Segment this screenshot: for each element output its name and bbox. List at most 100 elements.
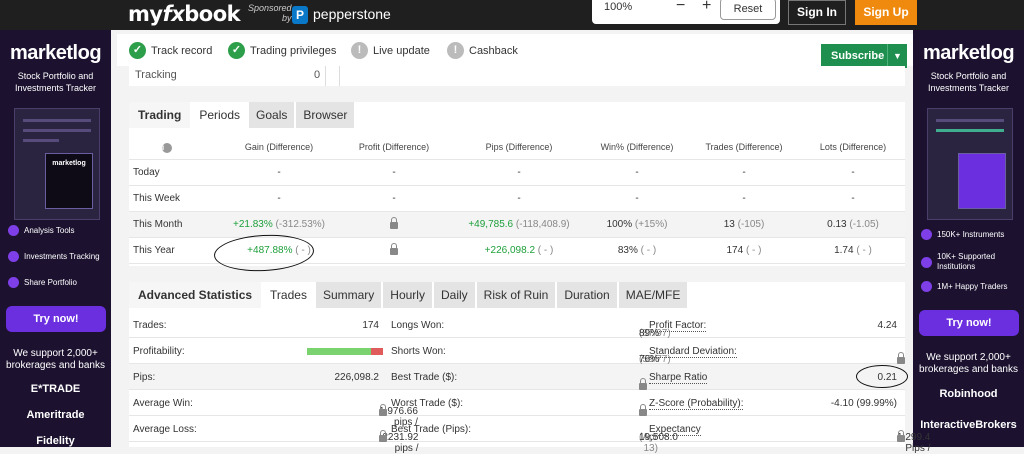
lock-icon — [897, 352, 905, 364]
feature-icon — [921, 256, 932, 268]
sponsor-name[interactable]: pepperstone — [313, 6, 391, 22]
table-row: This Month +21.83% (-312.53%) +49,785.6 … — [129, 212, 905, 238]
left-ad-banner[interactable]: marketlog Stock Portfolio and Investment… — [0, 30, 111, 447]
sponsored-by: by — [282, 13, 292, 23]
tracking-label: Tracking — [135, 69, 177, 81]
subscribe-button[interactable]: Subscribe ▼ — [821, 44, 907, 68]
trades-cell: 13 (-105) — [684, 219, 804, 230]
sign-up-button[interactable]: Sign Up — [855, 0, 917, 25]
header-pips: Pips (Difference) — [485, 142, 553, 152]
ad-feature: 1M+ Happy Traders — [921, 281, 1007, 292]
profitability-bar — [307, 348, 383, 355]
feature-label: 1M+ Happy Traders — [937, 281, 1008, 291]
stat-label[interactable]: Profit Factor: — [649, 320, 707, 332]
win-value: - — [635, 193, 639, 204]
annotation-circle — [856, 365, 908, 388]
myfxbook-logo[interactable]: myfxbook — [128, 2, 241, 26]
ad-screenshot-line — [23, 139, 59, 142]
feature-icon — [8, 251, 19, 262]
periods-tabs: Trading Periods Goals Browser — [129, 102, 356, 128]
status-track-record[interactable]: ✓ Track record — [129, 42, 212, 59]
lots-value: - — [851, 193, 855, 204]
tab-hourly[interactable]: Hourly — [383, 282, 432, 308]
stat-label[interactable]: Standard Deviation: — [649, 346, 737, 358]
stat-label: Shorts Won: — [391, 346, 446, 357]
status-trading-privileges[interactable]: ✓ Trading privileges — [228, 42, 336, 59]
pips-value: +49,785.6 — [468, 219, 514, 230]
ad-subtitle: Stock Portfolio and Investments Tracker — [927, 71, 1010, 93]
divider — [339, 66, 340, 86]
stat-label: Profitability: — [133, 346, 185, 357]
feature-label: 10K+ Supported Institutions — [937, 252, 996, 271]
zoom-out-button[interactable]: − — [676, 0, 685, 15]
profit-value: - — [392, 167, 396, 178]
tab-goals[interactable]: Goals — [249, 102, 295, 128]
ad-feature: Analysis Tools — [8, 225, 75, 236]
zoom-in-button[interactable]: + — [702, 0, 711, 15]
ad-feature: Share Portfolio — [8, 277, 77, 288]
subscribe-label: Subscribe — [831, 50, 885, 62]
tab-trading[interactable]: Trading — [129, 102, 191, 128]
main-content: ✓ Track record ✓ Trading privileges ! Live … — [117, 30, 930, 454]
lots-value: 1.74 — [834, 245, 854, 256]
stat-value: 226,098.2 — [334, 372, 380, 383]
tab-duration[interactable]: Duration — [557, 282, 617, 308]
feature-label: Investments Tracking — [24, 251, 100, 261]
chevron-down-icon[interactable]: ▼ — [887, 44, 907, 68]
ad-try-now-button[interactable]: Try now! — [919, 310, 1019, 336]
lots-value: - — [851, 167, 855, 178]
status-label: Track record — [151, 44, 213, 57]
stat-label: Best Trade (Pips): — [391, 424, 472, 435]
zoom-value: 100% — [604, 1, 633, 13]
feature-icon — [921, 229, 932, 240]
tab-daily[interactable]: Daily — [433, 282, 475, 308]
stats-row: Pips: 226,098.2 Best Trade ($): Sharpe R… — [129, 364, 905, 390]
tab-periods[interactable]: Periods — [192, 102, 248, 128]
ad-try-now-button[interactable]: Try now! — [6, 306, 106, 332]
advanced-statistics-panel: Advanced Statistics Trades Summary Hourl… — [129, 282, 930, 454]
right-ad-banner[interactable]: marketlog Stock Portfolio and Investment… — [913, 30, 1024, 447]
tab-trades[interactable]: Trades — [263, 282, 314, 308]
win-cell: 83% ( - ) — [577, 245, 697, 256]
feature-icon — [8, 225, 19, 236]
header-lots: Lots (Difference) — [819, 142, 887, 152]
win-value: 100% — [606, 219, 633, 230]
stat-label[interactable]: Z-Score (Probability): — [649, 398, 744, 410]
tab-browser[interactable]: Browser — [296, 102, 355, 128]
period-label: This Month — [133, 219, 183, 230]
stat-label: Average Loss: — [133, 424, 197, 435]
info-icon[interactable]: i — [162, 142, 172, 153]
lock-icon — [379, 430, 387, 442]
tab-mae-mfe[interactable]: MAE/MFE — [618, 282, 688, 308]
period-label: This Week — [133, 193, 181, 204]
period-label: Today — [133, 167, 160, 178]
pips-diff: (-118,408.9) — [515, 219, 570, 230]
status-live-update[interactable]: ! Live update — [351, 42, 430, 59]
ad-screenshot — [927, 108, 1013, 220]
stat-label[interactable]: Expectancy — [649, 424, 701, 436]
zoom-reset-button[interactable]: Reset — [720, 0, 776, 20]
pips-diff: ( - ) — [537, 245, 554, 256]
logo-part: fx — [162, 2, 185, 26]
stats-row: Profitability: Shorts Won: (59/77) 76% S… — [129, 338, 905, 365]
check-icon: ✓ — [129, 42, 146, 59]
tab-risk-of-ruin[interactable]: Risk of Ruin — [476, 282, 556, 308]
profit-cell — [334, 243, 454, 258]
trades-value: 174 — [726, 245, 744, 256]
period-label: This Year — [133, 245, 175, 256]
sign-in-button[interactable]: Sign In — [788, 0, 846, 25]
feature-label: 150K+ Instruments — [937, 229, 1005, 239]
trades-value: 13 — [723, 219, 735, 230]
status-cashback[interactable]: ! Cashback — [447, 42, 518, 59]
ad-phone-mockup: marketlog — [45, 153, 93, 209]
lots-value: 0.13 — [827, 219, 847, 230]
tab-summary[interactable]: Summary — [315, 282, 382, 308]
status-bar: ✓ Track record ✓ Trading privileges ! Live … — [117, 34, 913, 68]
pips-cell: +226,098.2 ( - ) — [449, 245, 589, 256]
win-value: 83% — [617, 245, 638, 256]
trades-value: - — [742, 167, 746, 178]
stat-label[interactable]: Sharpe Ratio — [649, 372, 708, 384]
pips-value: +226,098.2 — [484, 245, 535, 256]
tab-advanced-statistics[interactable]: Advanced Statistics — [129, 282, 262, 308]
pepperstone-icon[interactable]: P — [292, 6, 308, 24]
